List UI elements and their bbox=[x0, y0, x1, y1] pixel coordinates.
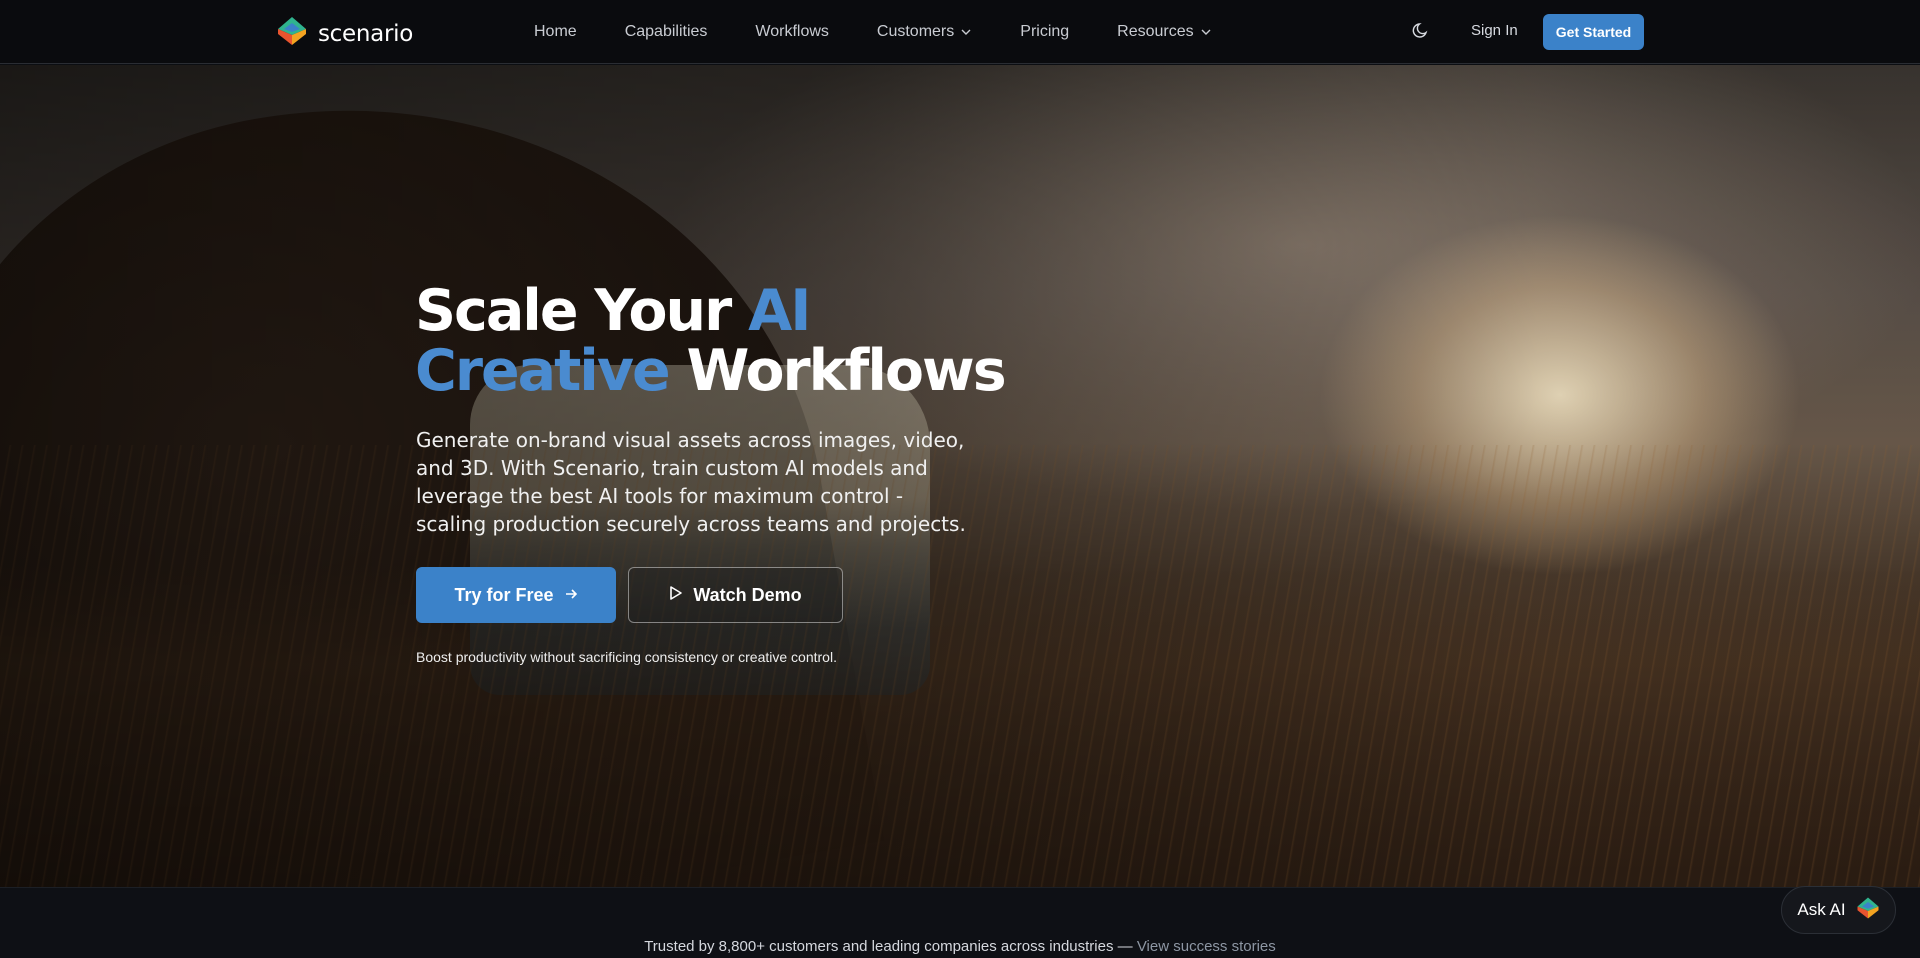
watch-demo-label: Watch Demo bbox=[693, 584, 802, 605]
title-part-accent: Creative bbox=[415, 338, 671, 404]
nav-workflows-label: Workflows bbox=[755, 23, 829, 40]
title-part-accent: AI bbox=[748, 278, 811, 344]
arrow-right-icon bbox=[564, 585, 578, 606]
nav-capabilities-label: Capabilities bbox=[624, 23, 708, 40]
title-part-white: Workflows bbox=[668, 338, 1007, 404]
view-success-stories-link[interactable]: View success stories bbox=[1137, 938, 1276, 955]
brand-logo[interactable]: scenario bbox=[276, 15, 413, 52]
nav-resources-dropdown[interactable]: Resources bbox=[1117, 23, 1211, 41]
title-part-white: Scale Your bbox=[415, 278, 749, 344]
trusted-statement: Trusted by 8,800+ customers and leading … bbox=[644, 938, 1137, 955]
ask-ai-label: Ask AI bbox=[1797, 900, 1846, 919]
chevron-down-icon bbox=[1200, 26, 1212, 38]
nav-pricing[interactable]: Pricing bbox=[1020, 23, 1069, 41]
nav-resources-label: Resources bbox=[1117, 23, 1194, 40]
nav-home[interactable]: Home bbox=[534, 23, 577, 41]
moon-icon bbox=[1412, 23, 1430, 43]
sign-in-link[interactable]: Sign In bbox=[1471, 22, 1518, 39]
trusted-section: Trusted by 8,800+ customers and leading … bbox=[0, 887, 1920, 958]
trusted-text: Trusted by 8,800+ customers and leading … bbox=[0, 938, 1920, 955]
nav-capabilities[interactable]: Capabilities bbox=[625, 23, 708, 41]
chevron-down-icon bbox=[960, 26, 972, 38]
watch-demo-button[interactable]: Watch Demo bbox=[628, 567, 843, 623]
top-navbar: scenario Home Capabilities Workflows Cus… bbox=[0, 0, 1920, 64]
hero-note: Boost productivity without sacrificing c… bbox=[416, 649, 837, 665]
hero-title: Scale Your AI Creative Workflows bbox=[415, 278, 1007, 404]
try-for-free-button[interactable]: Try for Free bbox=[416, 567, 616, 623]
hero-section: Scale Your AI Creative Workflows Generat… bbox=[0, 65, 1920, 887]
nav-pricing-label: Pricing bbox=[1020, 23, 1070, 40]
play-icon bbox=[669, 585, 683, 606]
brand-name: scenario bbox=[318, 20, 413, 47]
hero-description: Generate on-brand visual assets across i… bbox=[416, 428, 966, 536]
scenario-logo-icon bbox=[276, 15, 308, 52]
nav-home-label: Home bbox=[534, 23, 577, 40]
scenario-logo-icon bbox=[1856, 896, 1880, 925]
get-started-button[interactable]: Get Started bbox=[1543, 14, 1644, 50]
nav-links: Home Capabilities Workflows Customers Pr… bbox=[534, 0, 1260, 64]
theme-toggle-button[interactable] bbox=[1412, 21, 1434, 43]
ask-ai-button[interactable]: Ask AI bbox=[1781, 886, 1896, 934]
nav-workflows[interactable]: Workflows bbox=[755, 23, 829, 41]
nav-customers-dropdown[interactable]: Customers bbox=[877, 23, 972, 41]
nav-customers-label: Customers bbox=[876, 23, 955, 40]
try-for-free-label: Try for Free bbox=[454, 584, 554, 605]
